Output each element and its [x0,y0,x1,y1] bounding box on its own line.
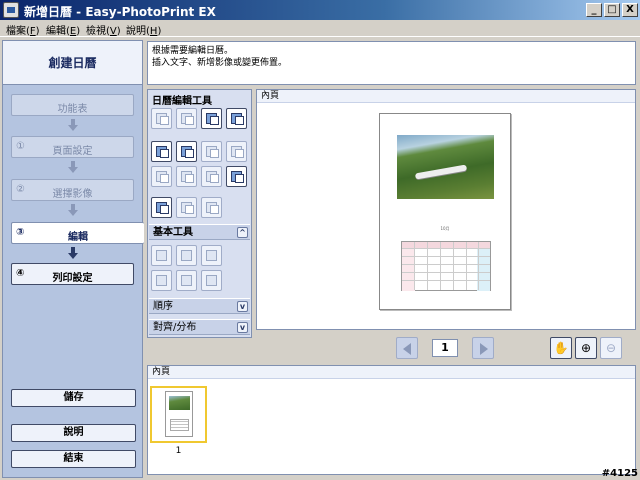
chevron-down-icon[interactable]: v [237,322,248,333]
down-arrow-icon [68,247,78,259]
preview-title: 內頁 [257,90,635,103]
paste-icon[interactable] [201,270,222,291]
next-page-button[interactable] [472,337,494,359]
text-style-icon[interactable] [176,197,197,218]
down-arrow-icon [68,161,78,173]
image-id-stamp: #4125 [601,468,638,479]
page-number-field[interactable]: 1 [432,339,458,357]
menu-view[interactable]: 檢視(V) [86,22,121,37]
instruction-line: 插入文字、新增影像或變更佈置。 [152,58,288,68]
maximize-button[interactable]: □ [604,3,620,17]
minimize-button[interactable]: _ [586,3,602,17]
help-button[interactable]: 說明 [11,424,136,442]
order-header[interactable]: 順序 v [149,298,250,314]
menu-bar: 檔案(F) 編輯(E) 檢視(V) 說明(H) [0,20,640,37]
thumbnail-number: 1 [175,446,182,456]
undo-icon[interactable] [151,245,172,266]
exit-button[interactable]: 結束 [11,450,136,468]
redo-icon[interactable] [176,245,197,266]
text-effect-icon[interactable] [201,197,222,218]
calendar-settings-icon[interactable] [226,166,247,187]
background-icon[interactable] [226,108,247,129]
wizard-sidebar: 創建日曆 功能表 ① 頁面設定 ② 選擇影像 ③ 編輯 ④ 列印設定 儲存 說明… [2,40,144,478]
instruction-line: 根據需要編輯日曆。 [152,46,234,56]
frame-icon[interactable] [176,166,197,187]
bring-front-icon[interactable] [151,108,172,129]
add-calendar-icon[interactable] [176,141,197,162]
date-icon[interactable] [201,166,222,187]
menu-file[interactable]: 檔案(F) [6,22,40,37]
calendar-photo[interactable] [397,135,494,199]
calendar-month-label[interactable]: 10月 [380,226,510,232]
previous-page-button[interactable] [396,337,418,359]
down-arrow-icon [68,119,78,131]
crop-icon[interactable] [151,166,172,187]
title-bar: 新增日曆 - Easy-PhotoPrint EX _ □ X [0,0,640,20]
menu-help[interactable]: 說明(H) [126,22,161,37]
copy-icon[interactable] [176,270,197,291]
calendar-page[interactable]: 10月 [379,113,511,310]
thumbnail-title: 內頁 [148,366,635,379]
app-icon [3,2,19,18]
zoom-out-icon[interactable]: ⊖ [600,337,622,359]
align-distribute-header[interactable]: 對齊/分布 v [149,319,250,335]
save-button[interactable]: 儲存 [11,389,136,407]
step-print-settings[interactable]: ④ 列印設定 [11,263,134,285]
down-arrow-icon [68,204,78,216]
thumbnail-panel: 內頁 1 [147,365,636,475]
layout-icon[interactable] [201,108,222,129]
cut-icon[interactable] [151,270,172,291]
step-page-setup[interactable]: ① 頁面設定 [11,136,134,158]
page-preview-panel: 內頁 10月 [256,89,636,330]
calendar-grid[interactable] [401,241,491,291]
instruction-box: 根據需要編輯日曆。 插入文字、新增影像或變更佈置。 [147,41,636,85]
send-back-icon[interactable] [176,108,197,129]
hand-icon[interactable]: ✋ [550,337,572,359]
correct-image-icon[interactable] [201,141,222,162]
step-select-images[interactable]: ② 選擇影像 [11,179,134,201]
delete-icon[interactable] [201,245,222,266]
chevron-up-icon[interactable]: ^ [237,227,248,238]
basic-tools-header[interactable]: 基本工具 ^ [149,224,250,240]
add-image-icon[interactable] [151,141,172,162]
add-text-icon[interactable] [151,197,172,218]
image-settings-icon[interactable] [226,141,247,162]
menu-edit[interactable]: 編輯(E) [46,22,80,37]
step-edit[interactable]: ③ 編輯 [11,222,144,244]
step-menu[interactable]: 功能表 [11,94,134,116]
zoom-in-icon[interactable]: ⊕ [575,337,597,359]
calendar-edit-tools: 日曆編輯工具 基本工具 ^ 順序 v 對齊/分布 v [147,89,252,338]
page-thumbnail[interactable] [150,386,207,443]
close-button[interactable]: X [622,3,638,17]
sidebar-header: 創建日曆 [3,41,142,85]
window-title: 新增日曆 - Easy-PhotoPrint EX [24,5,216,19]
chevron-down-icon[interactable]: v [237,301,248,312]
tools-title: 日曆編輯工具 [152,96,212,107]
